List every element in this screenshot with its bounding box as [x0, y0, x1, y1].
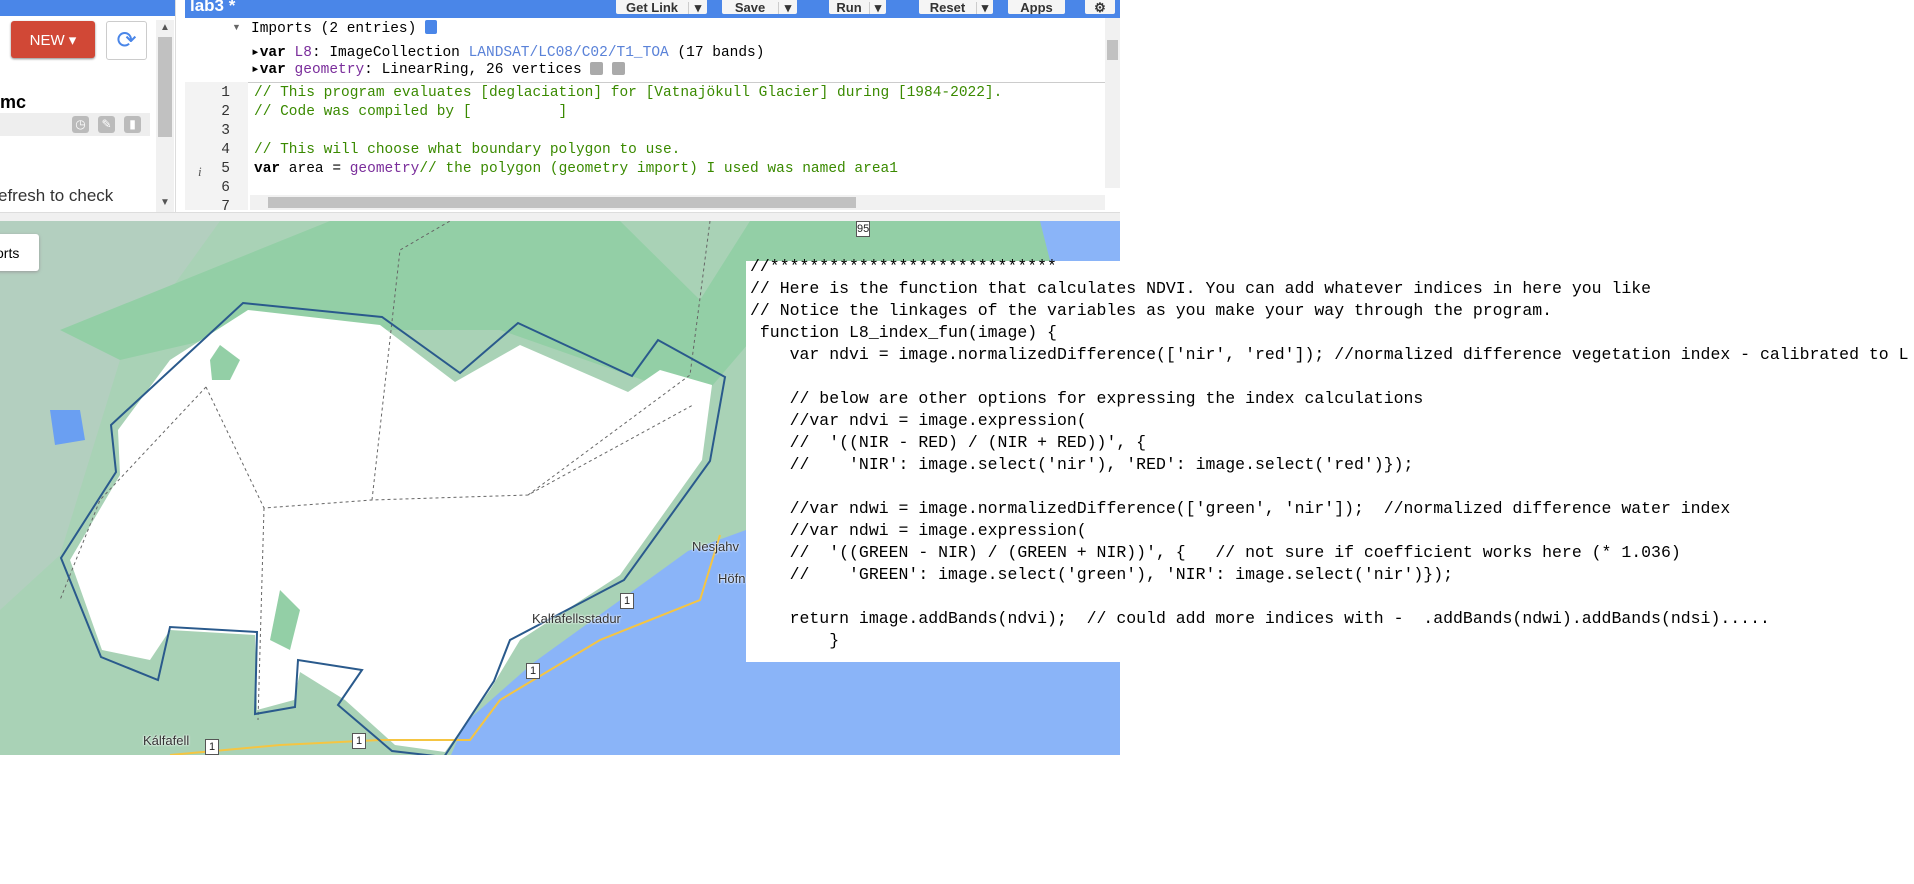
- line-number: 5: [221, 161, 230, 177]
- line-number: 4: [221, 142, 230, 158]
- overlay-code-line: function L8_index_fun(image) {: [750, 323, 1057, 342]
- apps-button[interactable]: Apps: [1008, 0, 1065, 14]
- target-icon[interactable]: [612, 62, 626, 75]
- gear-icon: ⚙: [1094, 0, 1106, 14]
- overlay-code-line: }: [750, 631, 840, 650]
- route-shield: 1: [526, 663, 540, 679]
- overlay-code-line: // Here is the function that calculates …: [750, 279, 1652, 298]
- line-number: 1: [221, 85, 230, 101]
- overlay-code-line: [750, 366, 1909, 388]
- collapse-icon[interactable]: ▼: [232, 22, 241, 32]
- collection-link[interactable]: LANDSAT/LC08/C02/T1_TOA: [469, 45, 669, 61]
- settings-button[interactable]: ⚙: [1085, 0, 1115, 14]
- chevron-down-icon[interactable]: ▾: [778, 1, 797, 14]
- place-label: Höfn: [718, 571, 746, 586]
- overlay-code-line: // '((NIR - RED) / (NIR + RED))', {: [750, 433, 1147, 452]
- code-line[interactable]: // This program evaluates [deglaciation]…: [254, 85, 1002, 101]
- doc-icon[interactable]: [425, 20, 438, 34]
- imports-divider: [185, 82, 1105, 83]
- overlay-code-line: var ndvi = image.normalizedDifference(['…: [750, 345, 1909, 364]
- overlay-code-line: return image.addBands(ndvi); // could ad…: [750, 609, 1770, 628]
- route-shield: 1: [620, 593, 634, 609]
- new-button[interactable]: NEW ▾: [11, 21, 95, 58]
- history-icon[interactable]: ◷: [72, 116, 89, 133]
- overlay-code-line: // Notice the linkages of the variables …: [750, 301, 1553, 320]
- line-number: 2: [221, 104, 230, 120]
- chevron-down-icon[interactable]: ▾: [688, 1, 707, 14]
- imports-header[interactable]: Imports (2 entries): [251, 20, 438, 37]
- place-label: Kálfafell: [143, 733, 190, 748]
- scroll-up-icon[interactable]: ▲: [160, 22, 170, 33]
- overlay-code-line: //var ndvi = image.expression(: [750, 411, 1087, 430]
- save-button[interactable]: Save ▾: [722, 0, 797, 14]
- lake: [50, 410, 85, 445]
- edit-icon[interactable]: ✎: [98, 116, 115, 133]
- overlay-code: //***************************** // Here i…: [750, 256, 1909, 652]
- left-panel-header: [0, 0, 175, 16]
- overlay-code-line: //var ndwi = image.normalizedDifference(…: [750, 499, 1731, 518]
- overlay-code-line: //*****************************: [750, 257, 1057, 276]
- overlay-code-line: [750, 476, 1909, 498]
- overlay-code-line: // '((GREEN - NIR) / (GREEN + NIR))', { …: [750, 543, 1681, 562]
- repo-name[interactable]: mc: [0, 92, 26, 113]
- refresh-button[interactable]: ⟳: [106, 21, 147, 60]
- delete-icon[interactable]: ▮: [124, 116, 141, 133]
- line-number: 6: [221, 180, 230, 196]
- code-line[interactable]: // This will choose what boundary polygo…: [254, 142, 680, 158]
- code-line[interactable]: var area = geometry// the polygon (geome…: [254, 161, 898, 177]
- script-title[interactable]: lab3 *: [190, 0, 235, 16]
- overlay-code-line: //var ndwi = image.expression(: [750, 521, 1087, 540]
- editor-hscroll-thumb[interactable]: [268, 197, 856, 208]
- route-shield: 1: [205, 739, 219, 755]
- import-geometry[interactable]: ▸var geometry: LinearRing, 26 vertices: [251, 61, 626, 78]
- gear-icon[interactable]: [590, 62, 604, 75]
- place-label: Kalfafellsstadur: [532, 611, 621, 626]
- refresh-hint: efresh to check: [0, 186, 114, 205]
- reset-button[interactable]: Reset ▾: [919, 0, 993, 14]
- import-l8[interactable]: ▸var L8: ImageCollection LANDSAT/LC08/C0…: [251, 44, 764, 61]
- overlay-code-line: // 'NIR': image.select('nir'), 'RED': im…: [750, 455, 1414, 474]
- overlay-code-line: // 'GREEN': image.select('green'), 'NIR'…: [750, 565, 1454, 584]
- chevron-down-icon[interactable]: ▾: [869, 1, 886, 14]
- place-label: Nesjahv: [692, 539, 739, 554]
- left-scrollbar-thumb[interactable]: [158, 37, 172, 137]
- chevron-down-icon[interactable]: ▾: [976, 1, 993, 14]
- imports-button[interactable]: orts: [0, 234, 39, 271]
- editor-vscroll-thumb[interactable]: [1107, 40, 1118, 60]
- get-link-button[interactable]: Get Link ▾: [616, 0, 707, 14]
- code-line[interactable]: // Code was compiled by [ ]: [254, 104, 567, 120]
- overlay-code-line: [750, 586, 1909, 608]
- refresh-icon: ⟳: [116, 27, 137, 54]
- line-number: 3: [221, 123, 230, 139]
- route-shield: 1: [352, 733, 366, 749]
- overlay-code-line: // below are other options for expressin…: [750, 389, 1424, 408]
- route-shield: 95: [856, 221, 870, 237]
- run-button[interactable]: Run ▾: [829, 0, 886, 14]
- scroll-down-icon[interactable]: ▼: [160, 197, 170, 208]
